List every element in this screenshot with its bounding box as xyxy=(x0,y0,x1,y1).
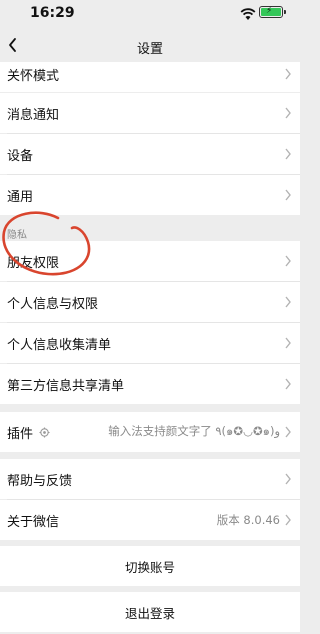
list-item-personal-info-permissions[interactable]: 个人信息与权限 xyxy=(0,282,300,322)
list-item-label: 朋友权限 xyxy=(7,255,60,271)
list-item-personal-info-list[interactable]: 个人信息收集清单 xyxy=(0,323,300,363)
version-value: 版本 8.0.46 xyxy=(216,513,280,527)
list-item-label: 通用 xyxy=(7,189,34,205)
list-item-third-party-list[interactable]: 第三方信息共享清单 xyxy=(0,364,300,404)
list-item-notifications[interactable]: 消息通知 xyxy=(0,93,300,133)
list-item-label: 个人信息收集清单 xyxy=(7,337,112,353)
chevron-right-icon xyxy=(285,255,291,267)
list-item-label: 设备 xyxy=(7,148,34,164)
section-header-privacy: 隐私 xyxy=(7,230,27,241)
chevron-right-icon xyxy=(285,514,291,526)
list-item-label: 插件 xyxy=(7,426,34,442)
list-item-about-wechat[interactable]: 关于微信 版本 8.0.46 xyxy=(0,500,300,540)
list-item-label: 关于微信 xyxy=(7,514,60,530)
gear-icon xyxy=(39,426,50,438)
logout-button[interactable]: 退出登录 xyxy=(0,592,300,632)
status-bar: 16:29 ⚡ xyxy=(0,0,300,28)
battery-cap xyxy=(284,10,286,14)
chevron-right-icon xyxy=(285,296,291,308)
nav-bar-overlay: 设置 xyxy=(0,30,300,62)
list-item-help-feedback[interactable]: 帮助与反馈 xyxy=(0,459,300,499)
wifi-icon xyxy=(240,8,256,20)
chevron-right-icon xyxy=(285,189,291,201)
chevron-right-icon xyxy=(285,378,291,390)
status-time: 16:29 xyxy=(30,5,75,21)
list-item-friend-permissions[interactable]: 朋友权限 xyxy=(0,241,300,281)
list-item-label: 消息通知 xyxy=(7,107,60,123)
list-item-label: 关怀模式 xyxy=(7,68,60,84)
switch-account-button[interactable]: 切换账号 xyxy=(0,546,300,586)
list-item-devices[interactable]: 设备 xyxy=(0,134,300,174)
plugins-value: 输入法支持颜文字了 ٩(๑✪◡✪๑)و xyxy=(108,424,280,438)
battery-icon: ⚡ xyxy=(259,6,283,18)
chevron-right-icon xyxy=(285,148,291,160)
switch-account-label: 切换账号 xyxy=(124,559,175,575)
page-title: 设置 xyxy=(136,42,163,57)
chevron-right-icon xyxy=(285,68,291,80)
logout-label: 退出登录 xyxy=(124,605,175,621)
list-item-label: 帮助与反馈 xyxy=(7,473,73,489)
chevron-right-icon xyxy=(285,426,291,438)
chevron-right-icon xyxy=(285,473,291,485)
list-item-plugins[interactable]: 插件 输入法支持颜文字了 ٩(๑✪◡✪๑)و xyxy=(0,412,300,452)
list-item-general[interactable]: 通用 xyxy=(0,175,300,215)
list-item-label: 个人信息与权限 xyxy=(7,296,99,312)
chevron-right-icon xyxy=(285,337,291,349)
chevron-right-icon xyxy=(285,107,291,119)
list-item-label: 第三方信息共享清单 xyxy=(7,378,125,394)
